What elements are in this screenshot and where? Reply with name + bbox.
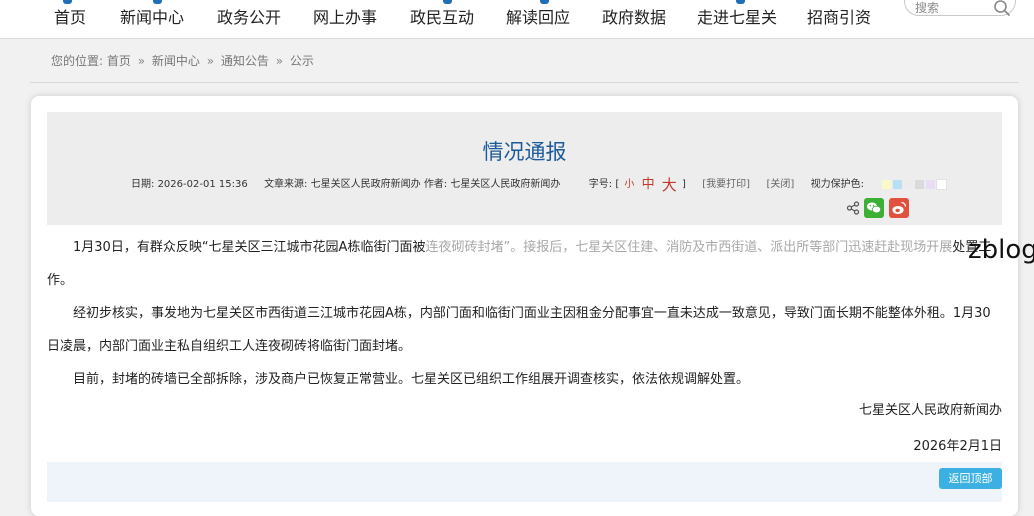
wechat-icon[interactable]: [864, 198, 884, 218]
nav-item-gov-data[interactable]: 政府数据: [602, 7, 666, 29]
breadcrumb: 您的位置: 首页 » 新闻中心 » 通知公告 » 公示: [51, 53, 314, 69]
meta-source: 七星关区人民政府新闻办: [310, 179, 421, 190]
breadcrumb-divider: [30, 82, 1019, 83]
meta-date: 2026-02-01 15:36: [157, 179, 248, 190]
search-icon[interactable]: [993, 0, 1011, 17]
back-to-top-button[interactable]: 返回顶部: [939, 468, 1002, 489]
article-footer-band: [47, 462, 1002, 502]
font-size-bracket-close: ]: [682, 179, 686, 190]
nav-item-gov-open[interactable]: 政务公开: [217, 7, 281, 29]
breadcrumb-item-notices[interactable]: 通知公告: [221, 54, 269, 68]
weibo-icon[interactable]: [889, 198, 909, 218]
nav-item-online-service[interactable]: 网上办事: [313, 7, 377, 29]
meta-date-label: 日期:: [131, 179, 155, 190]
nav-item-about[interactable]: 走进七星关: [697, 7, 777, 29]
breadcrumb-separator: »: [137, 54, 146, 68]
vision-color-swatch-4[interactable]: [915, 179, 925, 189]
search-input[interactable]: [915, 1, 985, 15]
nav-item-news[interactable]: 新闻中心: [120, 7, 184, 29]
vision-color-label: 视力保护色:: [810, 179, 865, 190]
breadcrumb-prefix: 您的位置:: [51, 54, 104, 68]
meta-author: 七星关区人民政府新闻办: [450, 179, 561, 190]
nav-item-investment[interactable]: 招商引资: [807, 7, 871, 29]
breadcrumb-item-public[interactable]: 公示: [290, 54, 314, 68]
vision-color-swatch-3[interactable]: [904, 179, 914, 189]
meta-author-label: 作者:: [423, 179, 448, 190]
article-signature: 七星关区人民政府新闻办: [858, 403, 1002, 418]
share-icon[interactable]: [846, 201, 860, 215]
nav-icon-stub: [153, 0, 162, 4]
nav-item-interpretation[interactable]: 解读回应: [506, 7, 570, 29]
paragraph-1-faded-text: 连夜砌砖封堵”。接报后，七星关区住建、消防及市西街道、派出所等部门迅速赶赴现场开…: [425, 240, 953, 255]
search-box: [904, 0, 1016, 16]
vision-color-swatch-6[interactable]: [936, 178, 948, 190]
vision-color-swatch-1[interactable]: [882, 179, 892, 189]
font-size-small-button[interactable]: 小: [622, 179, 636, 190]
print-link[interactable]: [我要打印]: [702, 179, 750, 190]
vision-color-swatch-2[interactable]: [893, 179, 903, 189]
nav-icon-stub: [540, 0, 549, 4]
top-nav: 首页 新闻中心 政务公开 网上办事 政民互动 解读回应 政府数据 走进七星关 招…: [0, 0, 1034, 39]
article-meta: 日期: 2026-02-01 15:36 文章来源: 七星关区人民政府新闻办 作…: [131, 176, 948, 194]
font-size-medium-button[interactable]: 中: [640, 177, 657, 192]
article-card: 情况通报 日期: 2026-02-01 15:36 文章来源: 七星关区人民政府…: [31, 96, 1018, 516]
watermark-text: zblog: [968, 235, 1034, 265]
font-size-large-button[interactable]: 大: [660, 176, 679, 194]
nav-icon-stub: [736, 0, 745, 4]
nav-icon-stub: [63, 0, 72, 4]
article-paragraph-2: 经初步核实，事发地为七星关区市西街道三江城市花园A栋，内部门面和临街门面业主因租…: [47, 306, 991, 354]
font-size-bracket-open: [: [615, 179, 620, 190]
article-date-line: 2026年2月1日: [913, 439, 1002, 454]
nav-icon-stub: [443, 0, 452, 4]
article-title: 情况通报: [482, 140, 567, 164]
nav-item-home[interactable]: 首页: [54, 7, 86, 29]
close-link[interactable]: [关闭]: [766, 179, 794, 190]
font-size-label: 字号:: [588, 179, 613, 190]
breadcrumb-separator: »: [275, 54, 284, 68]
meta-source-label: 文章来源:: [264, 179, 308, 190]
article-header: 情况通报 日期: 2026-02-01 15:36 文章来源: 七星关区人民政府…: [47, 112, 1002, 225]
paragraph-1-text: 1月30日，有群众反映“七星关区三江城市花园A栋临街门面被: [73, 240, 426, 255]
article-paragraph-1: 1月30日，有群众反映“七星关区三江城市花园A栋临街门面被连夜砌砖封堵”。接报后…: [47, 231, 1002, 297]
breadcrumb-separator: »: [206, 54, 215, 68]
article-paragraph-3: 目前，封堵的砖墙已全部拆除，涉及商户已恢复正常营业。七星关区已组织工作组展开调查…: [73, 372, 750, 387]
breadcrumb-item-home[interactable]: 首页: [107, 54, 131, 68]
vision-color-swatch-5[interactable]: [926, 179, 936, 189]
breadcrumb-item-news[interactable]: 新闻中心: [152, 54, 200, 68]
vision-color-swatches: [880, 178, 948, 190]
nav-item-interaction[interactable]: 政民互动: [410, 7, 474, 29]
